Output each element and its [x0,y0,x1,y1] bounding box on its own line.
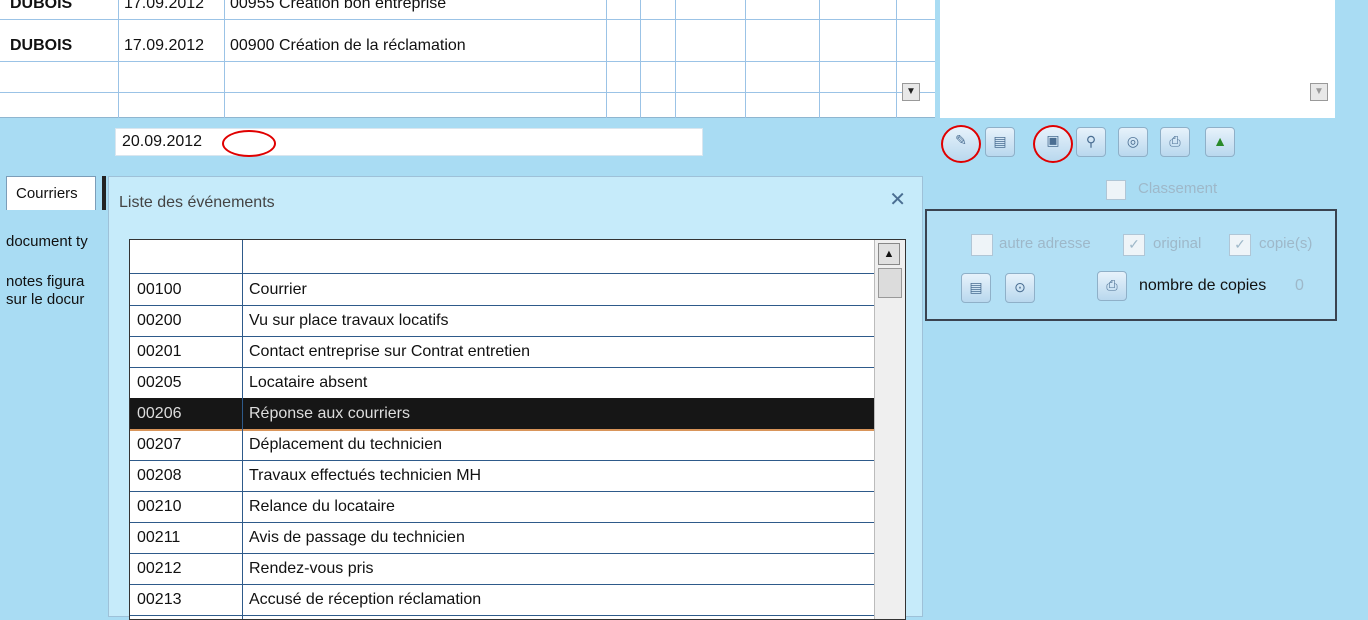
column-divider [242,240,243,619]
save-document-icon[interactable]: ▣ [1033,125,1073,163]
notes-area[interactable]: ▼ [940,0,1335,118]
autre-adresse-checkbox[interactable] [971,234,993,256]
event-label: Travaux effectués technicien MH [249,467,482,484]
event-code: 00210 [137,498,182,515]
tab-courriers[interactable]: Courriers [6,176,96,210]
close-icon[interactable]: ✕ [889,187,906,212]
scroll-down-icon[interactable]: ▼ [902,83,920,101]
autre-adresse-label: autre adresse [999,235,1091,252]
event-label: Locataire absent [249,374,368,391]
event-code: 00200 [137,312,182,329]
scroll-down-icon[interactable]: ▼ [1310,83,1328,101]
event-code: 00211 [137,529,181,546]
scroll-up-icon[interactable]: ▲ [878,243,900,265]
history-date: 17.09.2012 [124,0,205,12]
copies-count-label: nombre de copies [1139,277,1267,294]
history-user: DUBOIS [10,37,73,54]
notes-label-continued: sur le docur [6,291,85,308]
print-icon[interactable]: ⎙ [1160,127,1190,157]
event-code: 00206 [137,405,182,422]
grid-divider [896,0,897,118]
event-code: 00208 [137,467,182,484]
event-label: Déplacement du technicien [249,436,443,453]
copy-options-panel: autre adresse ✓ original ✓ copie(s) ▤ ⊙ … [925,209,1337,321]
event-label: Courrier [249,281,307,298]
history-row[interactable] [0,92,935,123]
attach-icon[interactable]: ⊙ [1005,273,1035,303]
annotation-circle [222,130,276,157]
grid-divider [224,0,225,118]
event-code: 00205 [137,374,182,391]
search-document-icon[interactable]: ⚲ [1076,127,1106,157]
copies-label: copie(s) [1259,235,1313,252]
save-copy-icon[interactable]: ▤ [961,273,991,303]
scroll-thumb[interactable] [878,268,902,298]
scan-icon[interactable]: ◎ [1118,127,1148,157]
date-value: 20.09.2012 [122,133,203,150]
event-label: Réponse aux courriers [249,405,410,422]
event-label: Vu sur place travaux locatifs [249,312,449,329]
event-label: Accusé de réception réclamation [249,591,482,608]
event-code: 00213 [137,591,182,608]
printer-icon[interactable]: ⎙ [1097,271,1127,301]
event-code: 00207 [137,436,182,453]
date-field[interactable]: 20.09.2012 [115,128,703,156]
history-grid: DUBOIS 17.09.2012 00955 Création bon ent… [0,0,935,118]
copies-checkbox[interactable]: ✓ [1229,234,1251,256]
event-code: 00100 [137,281,182,298]
copies-count-value: 0 [1295,277,1304,294]
grid-divider [675,0,676,118]
grid-divider [118,0,119,118]
list-scrollbar[interactable]: ▲ [874,240,905,619]
edit-document-icon[interactable]: ✎ [941,125,981,163]
grid-divider [640,0,641,118]
history-date: 17.09.2012 [124,37,205,54]
history-row[interactable]: DUBOIS 17.09.2012 00900 Création de la r… [0,30,935,62]
tab-separator [102,176,106,210]
history-row[interactable]: DUBOIS 17.09.2012 00955 Création bon ent… [0,0,935,20]
grid-divider [606,0,607,118]
open-document-icon[interactable]: ▤ [985,127,1015,157]
event-list-dialog: Liste des événements ✕ 00100 Courrier 0020… [108,176,923,620]
history-event: 00955 Création bon entreprise [230,0,447,12]
history-event: 00900 Création de la réclamation [230,37,466,54]
form-labels: document ty notes figura sur le docur [6,210,111,322]
event-label: Avis de passage du technicien [249,529,465,546]
notes-label: notes figura [6,273,85,290]
dialog-title: Liste des événements [119,194,275,211]
document-type-label: document ty [6,233,88,250]
classement-checkbox[interactable] [1106,180,1126,200]
grid-divider [745,0,746,118]
event-code: 00201 [137,343,182,360]
original-label: original [1153,235,1202,252]
event-label: Relance du locataire [249,498,395,515]
history-user: DUBOIS [10,0,73,12]
classement-label: Classement [1138,180,1218,197]
event-code: 00212 [137,560,182,577]
original-checkbox[interactable]: ✓ [1123,234,1145,256]
event-label: Rendez-vous pris [249,560,374,577]
grid-divider [819,0,820,118]
history-row[interactable] [0,61,935,93]
tree-icon[interactable]: ▲ [1205,127,1235,157]
event-label: Contact entreprise sur Contrat entretien [249,343,531,360]
event-list: 00100 Courrier 00200 Vu sur place travaux l… [129,239,906,620]
